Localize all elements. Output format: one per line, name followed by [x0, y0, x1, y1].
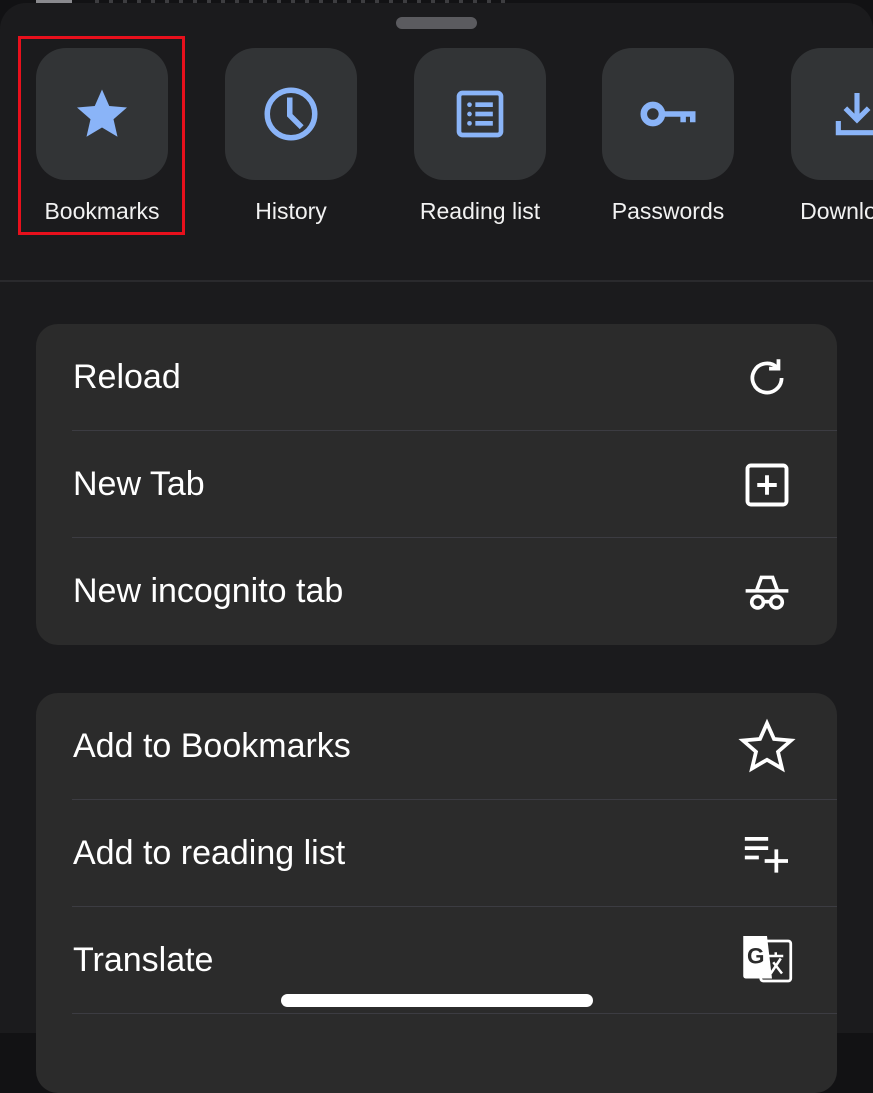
- shortcut-downloads[interactable]: Downloads: [775, 48, 873, 238]
- menu-group-navigation: Reload New Tab New incognito tab: [36, 324, 837, 645]
- list-icon: [456, 90, 504, 138]
- shortcut-tile[interactable]: [36, 48, 168, 180]
- shortcut-label: Passwords: [611, 198, 725, 224]
- menu-item-reload[interactable]: Reload: [36, 324, 837, 431]
- add-to-list-icon: [737, 824, 797, 884]
- clock-icon: [264, 87, 318, 141]
- shortcut-label: Bookmarks: [44, 198, 160, 224]
- new-tab-icon: [737, 455, 797, 515]
- overflow-menu-sheet: Bookmarks History Reading list Passwords…: [0, 3, 873, 1093]
- shortcut-label: Reading list: [419, 198, 541, 224]
- shortcuts-row[interactable]: Bookmarks History Reading list Passwords…: [0, 48, 873, 238]
- menu-item-label: Add to Bookmarks: [73, 727, 351, 765]
- shortcut-passwords[interactable]: Passwords: [586, 48, 746, 238]
- star-outline-icon: [737, 717, 797, 777]
- menu-item-add-to-reading-list[interactable]: Add to reading list: [36, 800, 837, 907]
- shortcut-tile[interactable]: [602, 48, 734, 180]
- menu-item-label: Add to reading list: [73, 834, 346, 872]
- key-icon: [640, 101, 696, 127]
- svg-text:G: G: [747, 943, 765, 968]
- menu-item-label: Reload: [73, 358, 181, 396]
- incognito-icon: [737, 562, 797, 622]
- menu-item-add-to-bookmarks[interactable]: Add to Bookmarks: [36, 693, 837, 800]
- shortcut-reading-list[interactable]: Reading list: [398, 48, 558, 238]
- reload-icon: [737, 348, 797, 408]
- row-separator: [72, 1012, 837, 1014]
- shortcut-tile[interactable]: [225, 48, 357, 180]
- download-icon: [835, 93, 873, 136]
- menu-item-label: New incognito tab: [73, 572, 344, 610]
- home-indicator[interactable]: [281, 994, 593, 1007]
- translate-icon: G: [737, 931, 797, 991]
- shortcut-label: Downloads: [800, 198, 873, 224]
- menu-group-page-actions: Add to Bookmarks Add to reading list Tra…: [36, 693, 837, 1093]
- menu-item-new-tab[interactable]: New Tab: [36, 431, 837, 538]
- shortcut-history[interactable]: History: [209, 48, 369, 238]
- shortcut-tile[interactable]: [791, 48, 873, 180]
- menu-item-label: Translate: [73, 941, 214, 979]
- shortcut-bookmarks[interactable]: Bookmarks: [20, 48, 180, 238]
- menu-item-new-incognito-tab[interactable]: New incognito tab: [36, 538, 837, 645]
- shortcut-tile[interactable]: [414, 48, 546, 180]
- star-filled-icon: [77, 89, 127, 137]
- menu-item-label: New Tab: [73, 465, 205, 503]
- shortcut-label: History: [255, 198, 327, 224]
- sheet-grabber-handle[interactable]: [396, 17, 477, 29]
- section-divider: [0, 280, 873, 282]
